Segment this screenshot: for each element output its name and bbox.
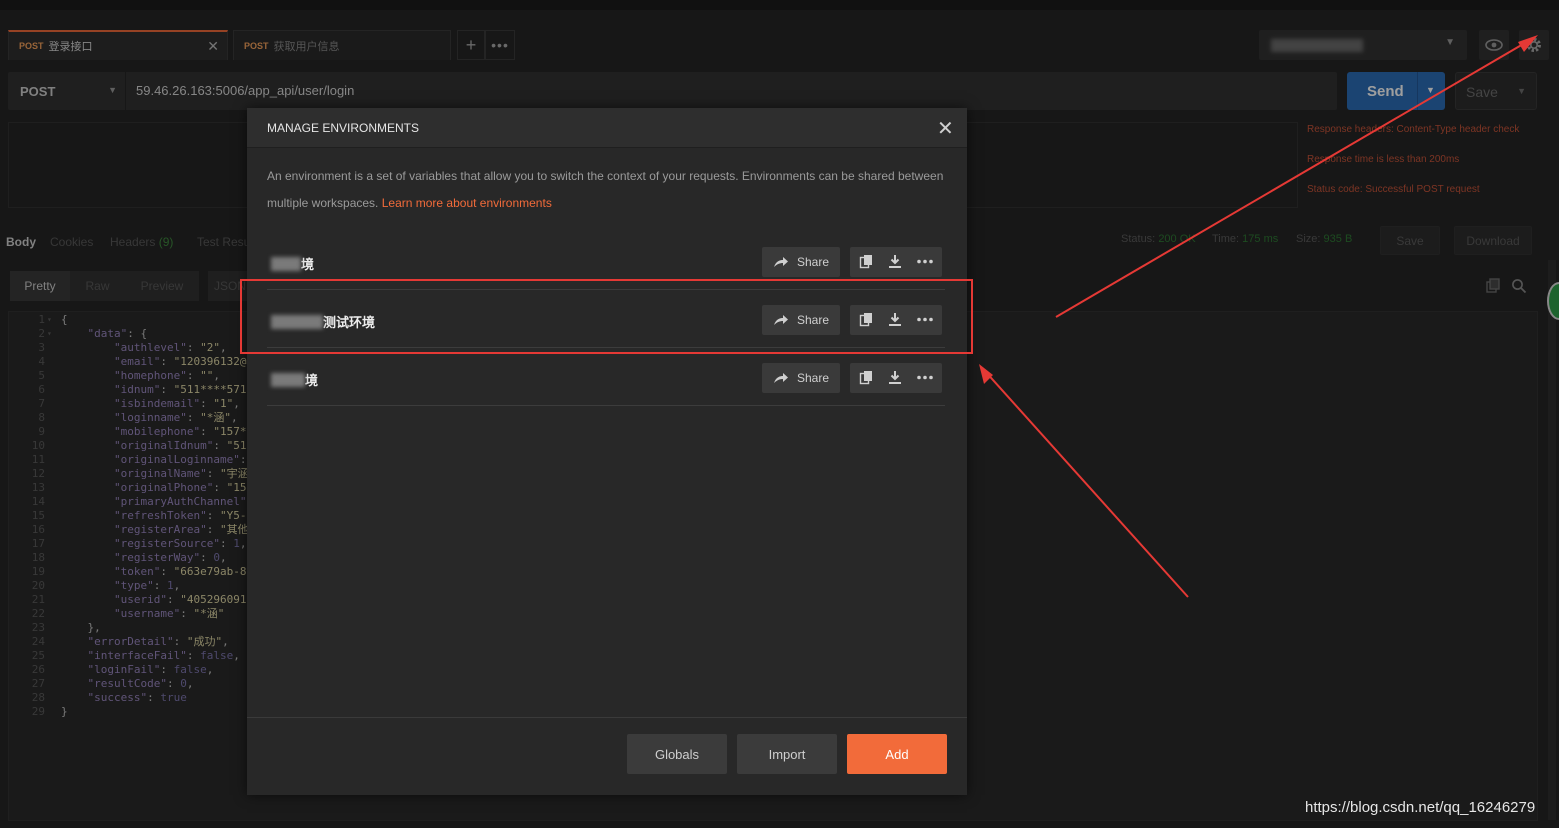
watermark: https://blog.csdn.net/qq_16246279 <box>1305 799 1536 816</box>
annotation-arrows <box>979 35 1538 598</box>
